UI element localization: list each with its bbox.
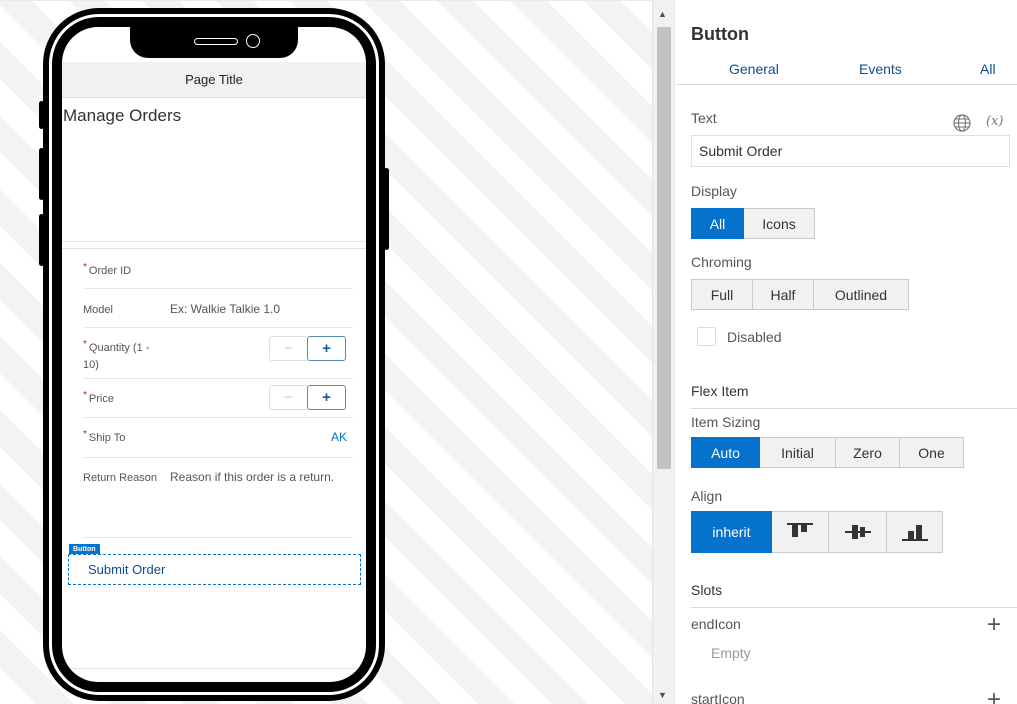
price-stepper[interactable]: − + — [269, 385, 346, 410]
canvas-scrollbar[interactable]: ▲ ▼ — [652, 0, 675, 704]
field-label-text: 10) — [83, 359, 99, 371]
add-start-icon-plus-icon[interactable]: + — [987, 688, 1001, 704]
form-row-quantity[interactable]: * Quantity (1 - 10) − + — [83, 328, 353, 379]
sizing-initial-button[interactable]: Initial — [760, 437, 836, 468]
submit-order-button[interactable]: Submit Order — [68, 554, 361, 585]
display-all-button[interactable]: All — [691, 208, 744, 239]
sizing-auto-button[interactable]: Auto — [691, 437, 760, 468]
flex-item-title: Flex Item — [691, 383, 749, 399]
divider — [691, 408, 1017, 409]
ship-to-select[interactable]: AK — [331, 430, 347, 444]
phone-screen: Page Title Manage Orders * Order ID Model… — [62, 27, 366, 682]
increment-button[interactable]: + — [307, 385, 346, 410]
model-input-placeholder[interactable]: Ex: Walkie Talkie 1.0 — [170, 302, 280, 316]
divider — [62, 668, 366, 669]
chroming-label: Chroming — [691, 254, 752, 270]
disabled-label: Disabled — [727, 329, 782, 345]
align-top-button[interactable] — [772, 511, 829, 553]
return-reason-placeholder[interactable]: Reason if this order is a return. — [170, 470, 334, 484]
align-center-button[interactable] — [829, 511, 887, 553]
align-bottom-button[interactable] — [887, 511, 943, 553]
design-canvas: Page Title Manage Orders * Order ID Model… — [0, 0, 652, 704]
slot-start-icon-label: startIcon — [691, 691, 745, 704]
display-toggle: All Icons — [691, 208, 815, 239]
decrement-button[interactable]: − — [269, 336, 307, 361]
field-label-model: Model — [83, 304, 113, 316]
required-marker: * — [83, 390, 87, 401]
divider — [691, 607, 1017, 608]
panel-title: Button — [691, 24, 749, 44]
display-icons-button[interactable]: Icons — [744, 208, 815, 239]
divider — [62, 241, 366, 242]
required-marker: * — [83, 262, 87, 273]
required-marker: * — [83, 429, 87, 440]
field-label-order-id: * Order ID — [83, 262, 132, 277]
decrement-button[interactable]: − — [269, 385, 307, 410]
chroming-outlined-button[interactable]: Outlined — [814, 279, 909, 310]
form-row-return-reason[interactable]: Return Reason Reason if this order is a … — [83, 458, 353, 498]
increment-button[interactable]: + — [307, 336, 346, 361]
chroming-half-button[interactable]: Half — [753, 279, 814, 310]
tab-general[interactable]: General — [729, 61, 779, 77]
chroming-full-button[interactable]: Full — [691, 279, 753, 310]
display-label: Display — [691, 183, 737, 199]
chroming-toggle: Full Half Outlined — [691, 279, 909, 310]
speaker-icon — [194, 38, 238, 45]
slots-title: Slots — [691, 582, 723, 598]
slot-end-icon-label: endIcon — [691, 616, 741, 632]
sizing-one-button[interactable]: One — [900, 437, 964, 468]
text-label: Text — [691, 110, 717, 126]
item-sizing-toggle: Auto Initial Zero One — [691, 437, 964, 468]
align-inherit-button[interactable]: inherit — [691, 511, 772, 553]
volume-down-button — [39, 214, 44, 266]
page-header[interactable]: Page Title — [62, 62, 366, 98]
align-center-icon — [844, 525, 871, 539]
property-tabs: General Events All — [676, 60, 1017, 85]
field-label-price: * Price — [83, 390, 114, 405]
slot-empty-text: Empty — [711, 645, 751, 661]
required-marker: * — [83, 339, 87, 350]
align-top-icon — [787, 523, 813, 537]
field-label-ship-to: * Ship To — [83, 429, 126, 444]
quantity-stepper[interactable]: − + — [269, 336, 346, 361]
field-label-text: Order ID — [88, 265, 132, 277]
field-label-return-reason: Return Reason — [83, 472, 157, 484]
field-label-text: Quantity (1 - — [88, 342, 150, 354]
sizing-zero-button[interactable]: Zero — [836, 437, 900, 468]
scroll-thumb[interactable] — [657, 27, 671, 469]
field-label-quantity: * Quantity (1 - 10) — [83, 339, 150, 374]
scroll-down-icon[interactable]: ▼ — [658, 690, 667, 700]
volume-up-button — [39, 148, 44, 200]
divider — [62, 248, 366, 249]
align-bottom-icon — [901, 525, 928, 541]
disabled-checkbox[interactable] — [697, 327, 716, 346]
variable-icon[interactable]: (x) — [986, 114, 1003, 129]
globe-icon[interactable] — [952, 113, 972, 133]
align-toggle: inherit — [691, 511, 943, 553]
form-row-model[interactable]: Model Ex: Walkie Talkie 1.0 — [83, 289, 353, 328]
camera-icon — [246, 34, 260, 48]
tab-all[interactable]: All — [980, 61, 996, 77]
form-row-price[interactable]: * Price − + — [83, 379, 353, 418]
tab-events[interactable]: Events — [859, 61, 902, 77]
power-button — [384, 168, 389, 250]
divider — [83, 537, 353, 538]
add-end-icon-plus-icon[interactable]: + — [987, 613, 1001, 637]
page-heading[interactable]: Manage Orders — [63, 106, 181, 126]
mute-switch — [39, 101, 44, 129]
form-row-ship-to[interactable]: * Ship To AK — [83, 418, 353, 458]
text-field[interactable]: Submit Order — [691, 135, 1010, 167]
form-row-order-id[interactable]: * Order ID — [83, 251, 353, 289]
page-title: Page Title — [185, 72, 243, 87]
field-label-text: Ship To — [88, 432, 126, 444]
field-label-text: Price — [88, 393, 114, 405]
phone-frame: Page Title Manage Orders * Order ID Model… — [39, 8, 389, 701]
align-label: Align — [691, 488, 723, 504]
item-sizing-label: Item Sizing — [691, 414, 761, 430]
scroll-up-icon[interactable]: ▲ — [658, 9, 667, 19]
phone-notch — [130, 25, 298, 58]
properties-panel: Button General Events All Text (x) Submi… — [676, 0, 1017, 704]
